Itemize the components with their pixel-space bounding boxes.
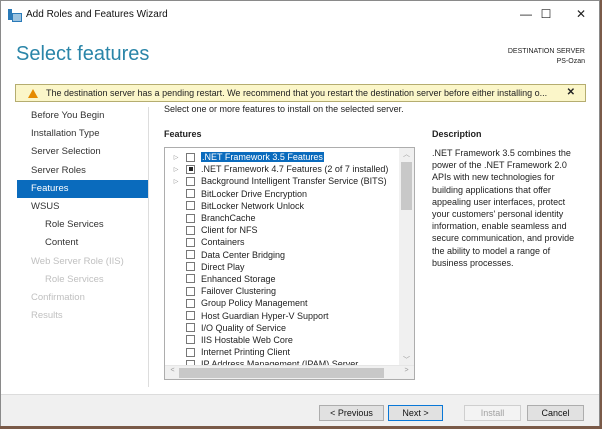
warning-text: The destination server has a pending res… (46, 88, 548, 98)
feature-checkbox[interactable] (186, 335, 195, 345)
server-manager-icon (8, 8, 22, 22)
feature-label: BranchCache (201, 213, 256, 224)
feature-label: Group Policy Management (201, 298, 308, 309)
next-button[interactable]: Next > (388, 405, 443, 421)
nav-item-web-server-role-iis: Web Server Role (IIS) (31, 255, 124, 267)
feature-label: .NET Framework 3.5 Features (201, 152, 324, 163)
features-label: Features (164, 129, 202, 139)
feature-item[interactable]: Failover Clustering (165, 285, 399, 297)
feature-checkbox[interactable] (186, 274, 195, 284)
features-list[interactable]: ▷ .NET Framework 3.5 Features ▷ .NET Framew… (164, 147, 415, 380)
nav-item-before-you-begin[interactable]: Before You Begin (17, 107, 148, 125)
feature-label: Internet Printing Client (201, 347, 291, 358)
scroll-left-icon[interactable]: < (165, 367, 180, 374)
feature-label: Containers (201, 237, 245, 248)
warning-bar: The destination server has a pending res… (15, 84, 586, 102)
feature-checkbox[interactable] (186, 298, 195, 308)
feature-label: BitLocker Network Unlock (201, 200, 305, 211)
feature-label: IIS Hostable Web Core (201, 334, 293, 345)
feature-label: Data Center Bridging (201, 249, 286, 260)
feature-item[interactable]: Internet Printing Client (165, 346, 399, 358)
feature-label: Direct Play (201, 261, 245, 272)
feature-checkbox[interactable] (186, 225, 195, 235)
nav-item-content[interactable]: Content (17, 234, 148, 252)
nav-item-results: Results (31, 310, 63, 322)
wizard-nav: Before You Begin Installation Type Server … (17, 107, 149, 387)
expand-arrow-icon[interactable]: ▷ (171, 178, 181, 185)
feature-checkbox[interactable] (186, 201, 195, 211)
scroll-up-icon[interactable]: ︿ (399, 149, 414, 159)
scroll-thumb[interactable] (401, 162, 412, 210)
feature-label: Background Intelligent Transfer Service … (201, 176, 387, 187)
nav-item-installation-type[interactable]: Installation Type (17, 125, 148, 143)
feature-checkbox[interactable] (186, 262, 195, 272)
intro-text: Select one or more features to install o… (164, 104, 404, 114)
feature-label: Failover Clustering (201, 286, 277, 297)
title-bar: Add Roles and Features Wizard — ☐ ✕ (1, 1, 599, 27)
nav-item-server-selection[interactable]: Server Selection (17, 143, 148, 161)
feature-item[interactable]: Client for NFS (165, 224, 399, 236)
horizontal-scrollbar[interactable]: < > (165, 365, 414, 379)
feature-checkbox[interactable] (186, 152, 195, 162)
hscroll-thumb[interactable] (179, 368, 384, 378)
destination-server-name: PS-Ozan (556, 58, 585, 65)
feature-label: .NET Framework 4.7 Features (2 of 7 inst… (201, 164, 389, 175)
expand-arrow-icon[interactable]: ▷ (171, 154, 181, 161)
destination-server: DESTINATION SERVER PS-Ozan (508, 47, 585, 67)
feature-checkbox[interactable] (186, 189, 195, 199)
feature-checkbox[interactable] (186, 323, 195, 333)
expand-arrow-icon[interactable]: ▷ (171, 166, 181, 173)
feature-label: BitLocker Drive Encryption (201, 188, 308, 199)
nav-item-server-roles[interactable]: Server Roles (17, 162, 148, 180)
window-title: Add Roles and Features Wizard (26, 8, 168, 20)
nav-item-wsus[interactable]: WSUS (17, 198, 148, 216)
feature-checkbox[interactable] (186, 347, 195, 357)
feature-checkbox[interactable] (186, 250, 195, 260)
wizard-window: Add Roles and Features Wizard — ☐ ✕ Sele… (0, 0, 600, 426)
scroll-down-icon[interactable]: ﹀ (399, 355, 414, 365)
feature-item[interactable]: Enhanced Storage (165, 273, 399, 285)
nav-item-features[interactable]: Features (17, 179, 148, 198)
feature-item[interactable]: BitLocker Drive Encryption (165, 188, 399, 200)
previous-button[interactable]: < Previous (319, 405, 384, 421)
feature-checkbox[interactable] (186, 213, 195, 223)
feature-label: I/O Quality of Service (201, 322, 287, 333)
warning-close-icon[interactable]: ✕ (567, 87, 575, 98)
install-button[interactable]: Install (464, 405, 521, 421)
feature-item[interactable]: BranchCache (165, 212, 399, 224)
feature-label: Enhanced Storage (201, 273, 276, 284)
feature-label: Host Guardian Hyper-V Support (201, 310, 329, 321)
feature-checkbox[interactable] (186, 237, 195, 247)
warning-icon (28, 88, 38, 98)
description-text: .NET Framework 3.5 combines the power of… (432, 148, 575, 268)
feature-item[interactable]: ▷ Background Intelligent Transfer Service… (165, 175, 399, 187)
maximize-button[interactable]: ☐ (526, 1, 566, 27)
feature-label: Client for NFS (201, 225, 258, 236)
nav-item-confirmation: Confirmation (31, 291, 85, 303)
feature-item[interactable]: Host Guardian Hyper-V Support (165, 309, 399, 321)
page-title: Select features (16, 43, 150, 65)
description-label: Description (432, 129, 482, 139)
scroll-right-icon[interactable]: > (399, 367, 414, 374)
feature-item[interactable]: Data Center Bridging (165, 249, 399, 261)
nav-item-role-services: Role Services (45, 273, 104, 285)
feature-checkbox[interactable] (186, 164, 195, 174)
feature-item[interactable]: IIS Hostable Web Core (165, 334, 399, 346)
feature-item[interactable]: Direct Play (165, 261, 399, 273)
feature-item[interactable]: BitLocker Network Unlock (165, 200, 399, 212)
close-button[interactable]: ✕ (561, 1, 601, 27)
button-bar: < Previous Next > Install Cancel (1, 394, 599, 426)
feature-item[interactable]: Containers (165, 236, 399, 248)
feature-item[interactable]: I/O Quality of Service (165, 322, 399, 334)
feature-checkbox[interactable] (186, 311, 195, 321)
feature-item[interactable]: ▷ .NET Framework 4.7 Features (2 of 7 ins… (165, 163, 399, 175)
nav-item-role-services[interactable]: Role Services (17, 216, 148, 234)
feature-item[interactable]: Group Policy Management (165, 297, 399, 309)
feature-checkbox[interactable] (186, 176, 195, 186)
cancel-button[interactable]: Cancel (527, 405, 584, 421)
feature-item[interactable]: ▷ .NET Framework 3.5 Features (165, 151, 399, 163)
destination-label: DESTINATION SERVER (507, 48, 585, 55)
feature-checkbox[interactable] (186, 286, 195, 296)
vertical-scrollbar[interactable]: ︿ ﹀ (399, 148, 414, 366)
